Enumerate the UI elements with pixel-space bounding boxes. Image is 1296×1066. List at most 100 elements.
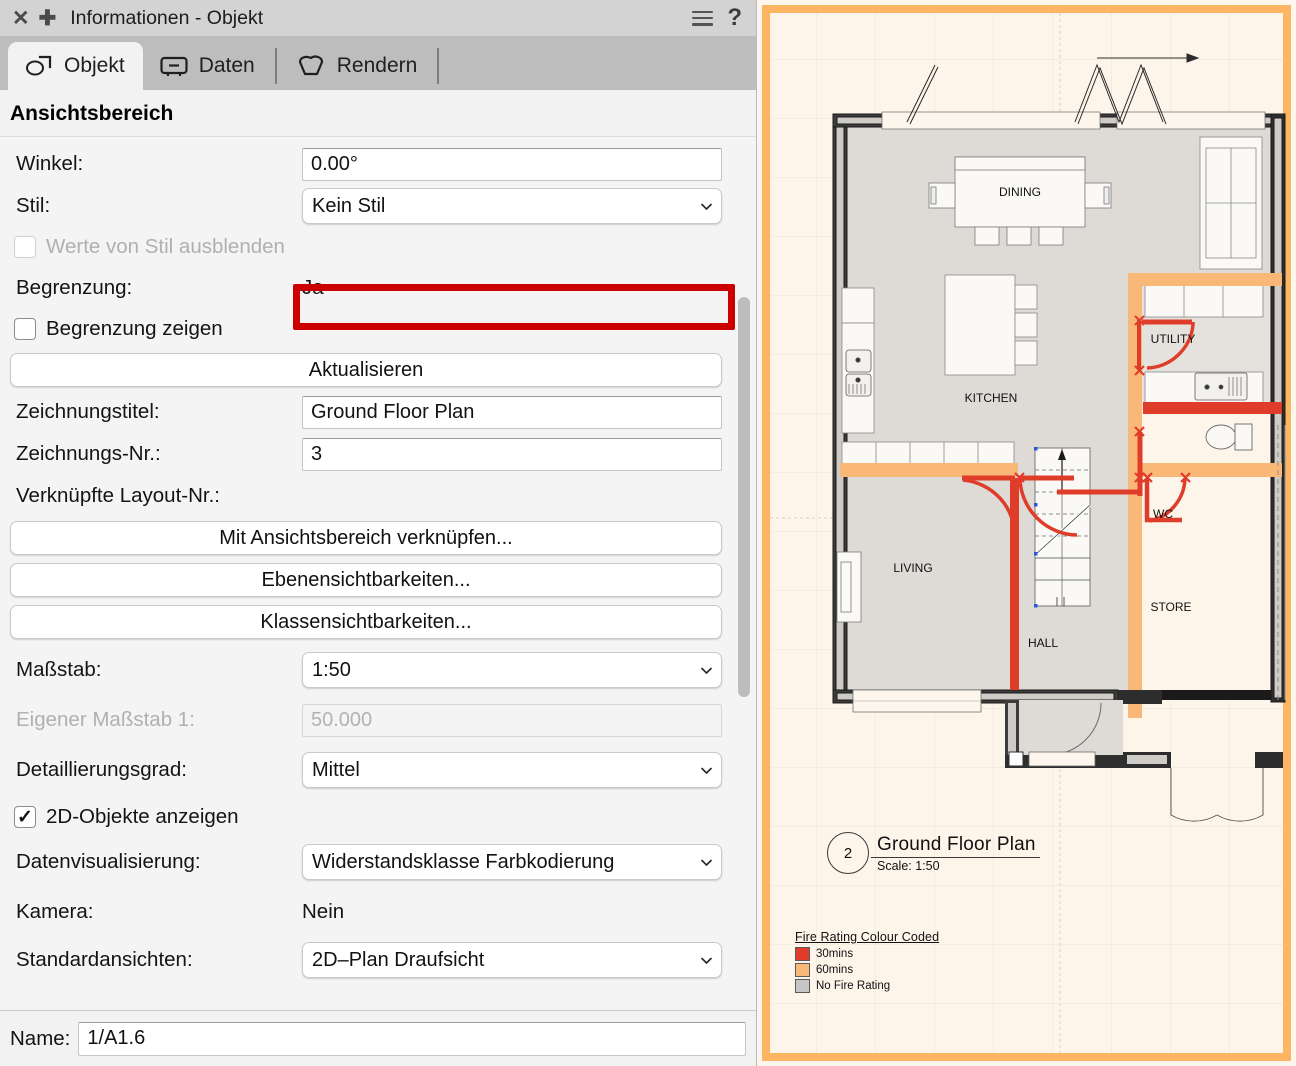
- floor-plan-drawing[interactable]: DINING KITCHEN UTILITY WC LIVING HALL ST…: [757, 0, 1296, 1066]
- check-icon: ✓: [17, 806, 33, 828]
- klassensichtbarkeiten-button[interactable]: Klassensichtbarkeiten...: [10, 605, 722, 639]
- row-begrenzung: Begrenzung: Ja: [0, 267, 728, 309]
- werte-von-stil-checkbox[interactable]: [14, 236, 36, 258]
- tab-rendern[interactable]: Rendern: [279, 42, 436, 90]
- row-massstab: Maßstab: 1:50: [0, 649, 728, 691]
- row-datenvisualisierung: Datenvisualisierung: Widerstandsklasse F…: [0, 841, 728, 883]
- stil-select[interactable]: Kein Stil: [302, 188, 722, 224]
- datenvisualisierung-select[interactable]: Widerstandsklasse Farbkodierung: [302, 844, 722, 880]
- row-werte-von-stil[interactable]: Werte von Stil ausblenden: [0, 227, 728, 267]
- datenvisualisierung-value: Widerstandsklasse Farbkodierung: [312, 850, 615, 873]
- svg-text:HALL: HALL: [1028, 636, 1058, 650]
- winkel-input[interactable]: 0.00°: [302, 147, 722, 181]
- objekte-2d-checkbox[interactable]: ✓: [14, 806, 36, 828]
- row-zeichnungstitel: Zeichnungstitel: Ground Floor Plan: [0, 391, 728, 433]
- svg-text:KITCHEN: KITCHEN: [965, 391, 1018, 405]
- chevron-down-icon: [701, 767, 712, 774]
- detaillierungsgrad-select[interactable]: Mittel: [302, 752, 722, 788]
- stil-label: Stil:: [16, 194, 51, 217]
- tab-bar: Objekt Daten Rendern: [0, 36, 756, 90]
- eigener-massstab-input: 50.000: [302, 703, 722, 737]
- legend-title: Fire Rating Colour Coded: [795, 930, 940, 944]
- data-icon: [159, 55, 189, 77]
- legend-item-no-fire-rating: No Fire Rating: [795, 979, 939, 993]
- begrenzung-label: Begrenzung:: [16, 276, 133, 299]
- legend-swatch-no-fire-rating: [795, 979, 810, 993]
- tab-daten[interactable]: Daten: [143, 42, 273, 90]
- panel-scrollbar-thumb[interactable]: [738, 297, 750, 697]
- row-zeichnungsnr: Zeichnungs-Nr.: 3: [0, 433, 728, 475]
- properties-scroll-area: Winkel: 0.00° Stil: Kein Stil Werte von …: [0, 136, 756, 1010]
- legend-label-60mins: 60mins: [816, 964, 854, 976]
- row-begrenzung-zeigen[interactable]: Begrenzung zeigen: [0, 309, 728, 349]
- massstab-value: 1:50: [312, 658, 351, 681]
- tab-divider: [274, 48, 277, 84]
- drawing-canvas[interactable]: DINING KITCHEN UTILITY WC LIVING HALL ST…: [757, 0, 1296, 1066]
- chevron-down-icon: [701, 957, 712, 964]
- window-title: Informationen - Objekt: [70, 6, 264, 29]
- chevron-down-icon: [701, 203, 712, 210]
- plus-icon[interactable]: ✚: [39, 8, 57, 29]
- aktualisieren-button[interactable]: Aktualisieren: [10, 353, 722, 387]
- svg-text:WC: WC: [1153, 507, 1173, 521]
- row-ebenensichtbarkeiten: Ebenensichtbarkeiten...: [0, 559, 728, 601]
- name-label: Name:: [10, 1026, 71, 1050]
- row-verknuepfte-layout-nr: Verknüpfte Layout-Nr.:: [0, 475, 728, 517]
- svg-text:STORE: STORE: [1150, 600, 1191, 614]
- detaillierungsgrad-label: Detaillierungsgrad:: [16, 758, 187, 781]
- window-titlebar: ✕ ✚ Informationen - Objekt ?: [0, 0, 756, 36]
- svg-text:LIVING: LIVING: [893, 561, 932, 575]
- tab-objekt[interactable]: Objekt: [8, 42, 143, 90]
- legend-item-30mins: 30mins: [795, 947, 939, 961]
- name-input[interactable]: 1/A1.6: [78, 1021, 746, 1056]
- drawing-scale: Scale: 1:50: [877, 858, 940, 873]
- row-aktualisieren: Aktualisieren: [0, 349, 728, 391]
- standardansichten-select[interactable]: 2D–Plan Draufsicht: [302, 942, 722, 978]
- tab-rendern-label: Rendern: [336, 54, 418, 77]
- question-mark-icon[interactable]: ?: [727, 6, 742, 30]
- legend-label-30mins: 30mins: [816, 948, 854, 960]
- massstab-select[interactable]: 1:50: [302, 652, 722, 688]
- ebenensichtbarkeiten-button[interactable]: Ebenensichtbarkeiten...: [10, 563, 722, 597]
- object-icon: [24, 55, 54, 77]
- drawing-title: Ground Floor Plan: [871, 834, 1040, 858]
- eigener-massstab-label: Eigener Maßstab 1:: [16, 708, 195, 731]
- winkel-label: Winkel:: [16, 152, 84, 175]
- begrenzung-zeigen-checkbox[interactable]: [14, 318, 36, 340]
- standardansichten-value: 2D–Plan Draufsicht: [312, 948, 485, 971]
- stil-value: Kein Stil: [312, 194, 386, 217]
- objekte-2d-label: 2D-Objekte anzeigen: [46, 805, 239, 828]
- properties-form: Winkel: 0.00° Stil: Kein Stil Werte von …: [0, 137, 756, 1010]
- render-icon: [295, 54, 327, 78]
- row-stil: Stil: Kein Stil: [0, 185, 728, 227]
- zeichnungsnr-input[interactable]: 3: [302, 437, 722, 471]
- chevron-down-icon: [701, 859, 712, 866]
- chevron-down-icon: [701, 667, 712, 674]
- legend-item-60mins: 60mins: [795, 963, 939, 977]
- row-2d-objekte-anzeigen[interactable]: ✓ 2D-Objekte anzeigen: [0, 797, 728, 837]
- tab-objekt-label: Objekt: [64, 54, 125, 77]
- row-detaillierungsgrad: Detaillierungsgrad: Mittel: [0, 749, 728, 791]
- tab-daten-label: Daten: [198, 54, 255, 77]
- begrenzung-value: Ja: [302, 276, 324, 299]
- row-klassensichtbarkeiten: Klassensichtbarkeiten...: [0, 601, 728, 643]
- legend-swatch-30mins: [795, 947, 810, 961]
- mit-ansichtsbereich-verknuepfen-button[interactable]: Mit Ansichtsbereich verknüpfen...: [10, 521, 722, 555]
- section-heading: Ansichtsbereich: [0, 90, 756, 136]
- close-icon[interactable]: ✕: [12, 8, 30, 29]
- hamburger-menu-icon[interactable]: [692, 10, 714, 26]
- row-verknuepfen: Mit Ansichtsbereich verknüpfen...: [0, 517, 728, 559]
- legend-swatch-60mins: [795, 963, 810, 977]
- svg-text:UTILITY: UTILITY: [1151, 332, 1196, 346]
- object-info-panel: ✕ ✚ Informationen - Objekt ? Objekt Date…: [0, 0, 757, 1066]
- detaillierungsgrad-value: Mittel: [312, 758, 360, 781]
- zeichnungstitel-input[interactable]: Ground Floor Plan: [302, 395, 722, 429]
- svg-text:DINING: DINING: [999, 185, 1041, 199]
- panel-scrollbar[interactable]: [738, 137, 750, 1010]
- begrenzung-zeigen-label: Begrenzung zeigen: [46, 317, 223, 340]
- werte-von-stil-label: Werte von Stil ausblenden: [46, 235, 285, 258]
- staircase: [1033, 447, 1092, 608]
- legend-label-no-fire-rating: No Fire Rating: [816, 980, 891, 992]
- drawing-title-block: 2 Ground Floor Plan Scale: 1:50: [827, 832, 1040, 874]
- datenvisualisierung-label: Datenvisualisierung:: [16, 850, 201, 873]
